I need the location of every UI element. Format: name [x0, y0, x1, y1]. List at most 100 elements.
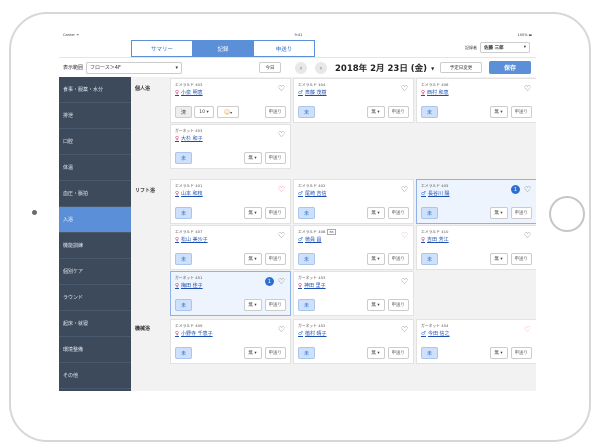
status-toggle[interactable]: 未 — [175, 207, 192, 219]
heart-icon[interactable]: ♡ — [401, 84, 408, 93]
sidebar-item[interactable]: 体温 — [59, 155, 131, 181]
condition-select[interactable]: 無 ▾ — [489, 253, 508, 265]
resident-name-link[interactable]: ♀ 小野寺 千恵子 — [175, 330, 286, 338]
status-toggle[interactable]: 未 — [175, 299, 192, 311]
resident-name-link[interactable]: ♀ 神田 里子 — [298, 282, 409, 290]
handover-button[interactable]: 申送り — [387, 299, 409, 311]
handover-button[interactable]: 申送り — [510, 106, 532, 118]
sidebar-item[interactable]: 環境整備 — [59, 337, 131, 363]
female-icon: ♀ — [175, 330, 180, 337]
handover-button[interactable]: 申送り — [264, 106, 286, 118]
condition-select[interactable]: 無 ▾ — [489, 207, 508, 219]
heart-icon[interactable]: ♡ — [278, 185, 285, 194]
sidebar-item[interactable]: 口腔 — [59, 129, 131, 155]
floor-select[interactable]: フロース＞4F ▾ — [86, 61, 183, 74]
resident-name-link[interactable]: ♀ 松山 美沙子 — [175, 236, 286, 244]
tab-handover[interactable]: 申送り — [253, 40, 315, 57]
recorder-select[interactable]: 佐藤 三郎 ▾ — [480, 42, 530, 53]
heart-icon[interactable]: ♡ — [524, 231, 531, 240]
condition-select[interactable]: 無 ▾ — [366, 299, 385, 311]
save-button[interactable]: 保存 — [489, 61, 531, 74]
condition-select[interactable]: 無 ▾ — [243, 347, 262, 359]
handover-button[interactable]: 申送り — [387, 207, 409, 219]
handover-button[interactable]: 申送り — [264, 253, 286, 265]
status-toggle[interactable]: 未 — [175, 152, 192, 164]
handover-button[interactable]: 申送り — [387, 253, 409, 265]
today-button[interactable]: 今日 — [259, 62, 281, 73]
handover-button[interactable]: 申送り — [387, 106, 409, 118]
heart-icon[interactable]: ♡ — [278, 325, 285, 334]
condition-select[interactable]: 無 ▾ — [366, 106, 385, 118]
handover-button[interactable]: 申送り — [264, 152, 286, 164]
status-toggle[interactable]: 未 — [298, 299, 315, 311]
status-toggle[interactable]: 未 — [421, 207, 438, 219]
resident-name-link[interactable]: ♀ 山本 和枝 — [175, 190, 286, 198]
heart-icon[interactable]: ♡ — [278, 130, 285, 139]
handover-button[interactable]: 申送り — [510, 207, 532, 219]
sidebar-item[interactable]: 個別ケア — [59, 259, 131, 285]
mood-select[interactable]: ☺ ▾ — [217, 106, 239, 118]
handover-button[interactable]: 申送り — [387, 347, 409, 359]
heart-icon[interactable]: ♡ — [524, 84, 531, 93]
condition-select[interactable]: 無 ▾ — [243, 253, 262, 265]
handover-button[interactable]: 申送り — [264, 207, 286, 219]
count-select[interactable]: 10 ▾ — [194, 106, 214, 118]
condition-select[interactable]: 無 ▾ — [243, 207, 262, 219]
handover-button[interactable]: 申送り — [264, 347, 286, 359]
heart-icon[interactable]: ♡ — [278, 231, 285, 240]
heart-icon[interactable]: ♡ — [401, 277, 408, 286]
sidebar-item[interactable]: 血圧・脈拍 — [59, 181, 131, 207]
sidebar-item[interactable]: 入浴 — [59, 207, 131, 233]
status-toggle[interactable]: 未 — [298, 347, 315, 359]
resident-name-link[interactable]: ♀ 西村 和恵 — [421, 89, 532, 97]
condition-select[interactable]: 無 ▾ — [243, 152, 262, 164]
condition-select[interactable]: 無 ▾ — [489, 106, 508, 118]
sidebar-item[interactable]: 排泄 — [59, 103, 131, 129]
condition-select[interactable]: 無 ▾ — [366, 207, 385, 219]
status-toggle[interactable]: 未 — [421, 253, 438, 265]
condition-select[interactable]: 無 ▾ — [366, 253, 385, 265]
status-toggle[interactable]: 未 — [298, 207, 315, 219]
status-toggle[interactable]: 未 — [421, 106, 438, 118]
status-toggle[interactable]: 未 — [175, 253, 192, 265]
resident-name-link[interactable]: ♂ 今田 信之 — [421, 330, 532, 338]
sidebar-item[interactable]: 食事・服薬・水分 — [59, 77, 131, 103]
condition-select[interactable]: 無 ▾ — [489, 347, 508, 359]
change-date-button[interactable]: 予定日変更 — [440, 62, 482, 73]
resident-name-link[interactable]: ♀ 小泉 明恵 — [175, 89, 286, 97]
room-label: ガーネット 452 — [298, 323, 326, 328]
heart-icon[interactable]: ♡ — [278, 277, 285, 286]
heart-icon[interactable]: ♡ — [278, 84, 285, 93]
home-button[interactable] — [549, 196, 585, 232]
prev-day-button[interactable]: ‹ — [295, 62, 307, 74]
date-picker[interactable]: 2018年 2月 23日 (金) ▼ — [335, 62, 434, 74]
tab-record[interactable]: 記録 — [192, 40, 254, 57]
heart-icon[interactable]: ♡ — [401, 231, 408, 240]
resident-name-link[interactable]: ♀ 大杉 和子 — [175, 135, 286, 143]
resident-name-link[interactable]: ♂ 斎藤 茂樹 — [298, 89, 409, 97]
heart-icon[interactable]: ♡ — [401, 325, 408, 334]
sidebar-item[interactable]: ラウンド — [59, 285, 131, 311]
condition-select[interactable]: 無 ▾ — [243, 299, 262, 311]
status-toggle[interactable]: 未 — [421, 347, 438, 359]
handover-button[interactable]: 申送り — [510, 347, 532, 359]
handover-button[interactable]: 申送り — [264, 299, 286, 311]
heart-icon[interactable]: ♡ — [524, 325, 531, 334]
sidebar-item[interactable]: 機能訓練 — [59, 233, 131, 259]
done-toggle[interactable]: 済 — [175, 106, 192, 118]
sidebar-item[interactable]: その他 — [59, 363, 131, 389]
resident-name-link[interactable]: ♂ 植村 晴子 — [298, 330, 409, 338]
heart-icon[interactable]: ♡ — [524, 185, 531, 194]
resident-name-link[interactable]: ♂ 徳員 昌 — [298, 236, 409, 244]
condition-select[interactable]: 無 ▾ — [366, 347, 385, 359]
status-toggle[interactable]: 未 — [298, 106, 315, 118]
handover-button[interactable]: 申送り — [510, 253, 532, 265]
resident-name-link[interactable]: ♂ 尾崎 吉信 — [298, 190, 409, 198]
sidebar-item[interactable]: 起床・就寝 — [59, 311, 131, 337]
status-toggle[interactable]: 未 — [175, 347, 192, 359]
heart-icon[interactable]: ♡ — [401, 185, 408, 194]
next-day-button[interactable]: › — [315, 62, 327, 74]
resident-name-link[interactable]: ♀ 吉田 芳江 — [421, 236, 532, 244]
tab-summary[interactable]: サマリー — [131, 40, 193, 57]
status-toggle[interactable]: 未 — [298, 253, 315, 265]
